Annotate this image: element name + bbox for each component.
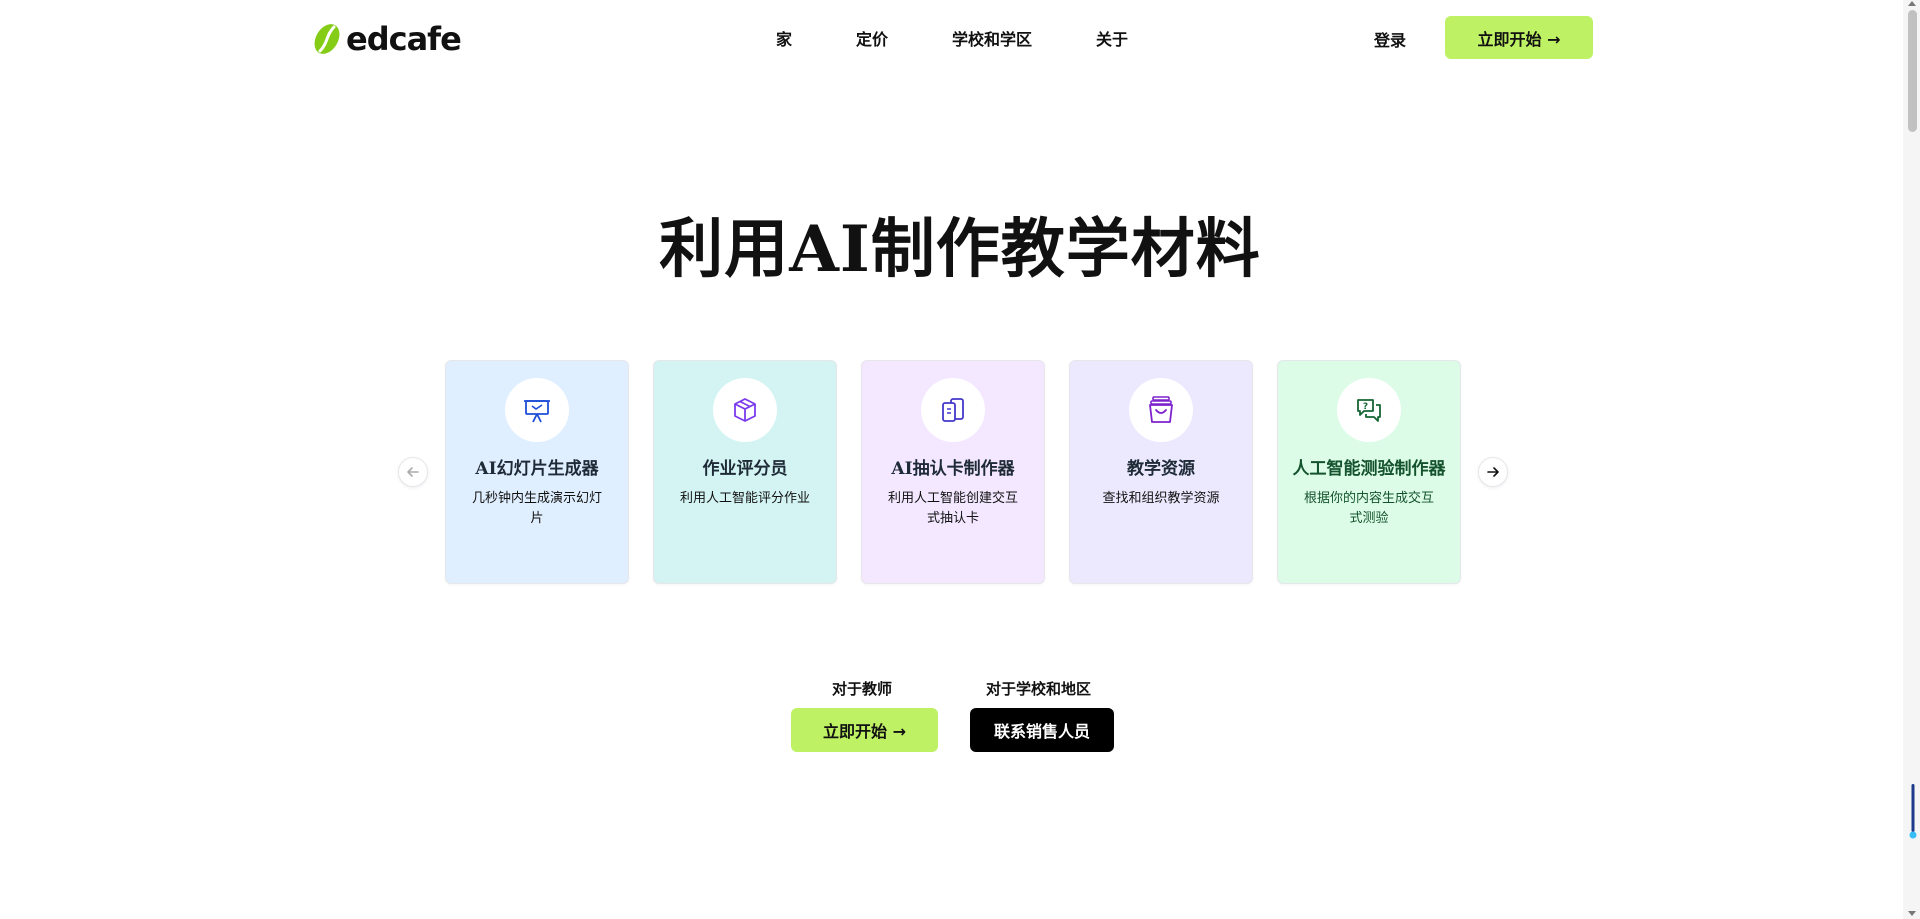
nav-about[interactable]: 关于 (1096, 26, 1128, 50)
svg-text:?: ? (1363, 402, 1368, 412)
archive-box-icon (1149, 396, 1173, 423)
feature-description: 几秒钟内生成演示幻灯片 (471, 491, 602, 526)
arrow-right-icon (1487, 467, 1499, 477)
coffee-bean-icon (314, 24, 340, 54)
logo[interactable]: edcafe (312, 20, 462, 58)
question-chat-icon: ? (1357, 399, 1381, 422)
nav-schools[interactable]: 学校和学区 (952, 26, 1032, 50)
feature-description: 查找和组织教学资源 (1102, 491, 1220, 506)
nav-home[interactable]: 家 (776, 26, 792, 50)
presentation-board-icon (524, 400, 550, 423)
teachers-label: 对于教师 (832, 680, 893, 698)
get-started-button[interactable]: 立即开始 → (1445, 16, 1593, 59)
feature-description: 根据你的内容生成交互式测验 (1303, 491, 1434, 526)
teachers-start-button[interactable]: 立即开始 → (791, 708, 938, 752)
scroll-up-arrow[interactable] (1908, 1, 1916, 6)
feature-icon-wrap (921, 378, 985, 442)
thermometer-icon (1909, 784, 1917, 839)
feature-card-flashcards[interactable]: AI抽认卡制作器 利用人工智能创建交互式抽认卡 (861, 360, 1045, 584)
carousel-next-button[interactable] (1478, 457, 1508, 487)
login-link[interactable]: 登录 (1374, 27, 1406, 51)
feature-icon-wrap: ? (1337, 378, 1401, 442)
feature-title: AI抽认卡制作器 (891, 459, 1015, 479)
scroll-down-arrow[interactable] (1908, 911, 1916, 916)
cube-icon (734, 398, 756, 422)
schools-label: 对于学校和地区 (986, 680, 1092, 698)
feature-card-resources[interactable]: 教学资源 查找和组织教学资源 (1069, 360, 1253, 584)
nav-pricing[interactable]: 定价 (856, 26, 888, 50)
carousel-prev-button[interactable] (398, 457, 428, 487)
site-header: edcafe 家 定价 学校和学区 关于 登录 立即开始 → (0, 0, 1920, 76)
page-title: 利用AI制作教学材料 (659, 212, 1261, 287)
contact-sales-button[interactable]: 联系销售人员 (970, 708, 1114, 752)
feature-card-quiz[interactable]: ? 人工智能测验制作器 根据你的内容生成交互式测验 (1277, 360, 1461, 584)
scroll-thumb[interactable] (1908, 10, 1917, 132)
feature-icon-wrap (713, 378, 777, 442)
feature-card-slides[interactable]: AI幻灯片生成器 几秒钟内生成演示幻灯片 (445, 360, 629, 584)
feature-title: 教学资源 (1127, 459, 1195, 479)
feature-description: 利用人工智能创建交互式抽认卡 (887, 491, 1018, 526)
flashcards-icon (942, 398, 964, 422)
feature-title: 作业评分员 (702, 459, 788, 479)
feature-title: AI幻灯片生成器 (475, 459, 599, 479)
feature-title: 人工智能测验制作器 (1292, 459, 1446, 479)
feature-icon-wrap (505, 378, 569, 442)
feature-card-grader[interactable]: 作业评分员 利用人工智能评分作业 (653, 360, 837, 584)
feature-description: 利用人工智能评分作业 (679, 491, 810, 506)
logo-text: edcafe (346, 20, 462, 58)
feature-icon-wrap (1129, 378, 1193, 442)
page-scrollbar[interactable] (1903, 0, 1920, 919)
arrow-left-icon (407, 467, 419, 477)
